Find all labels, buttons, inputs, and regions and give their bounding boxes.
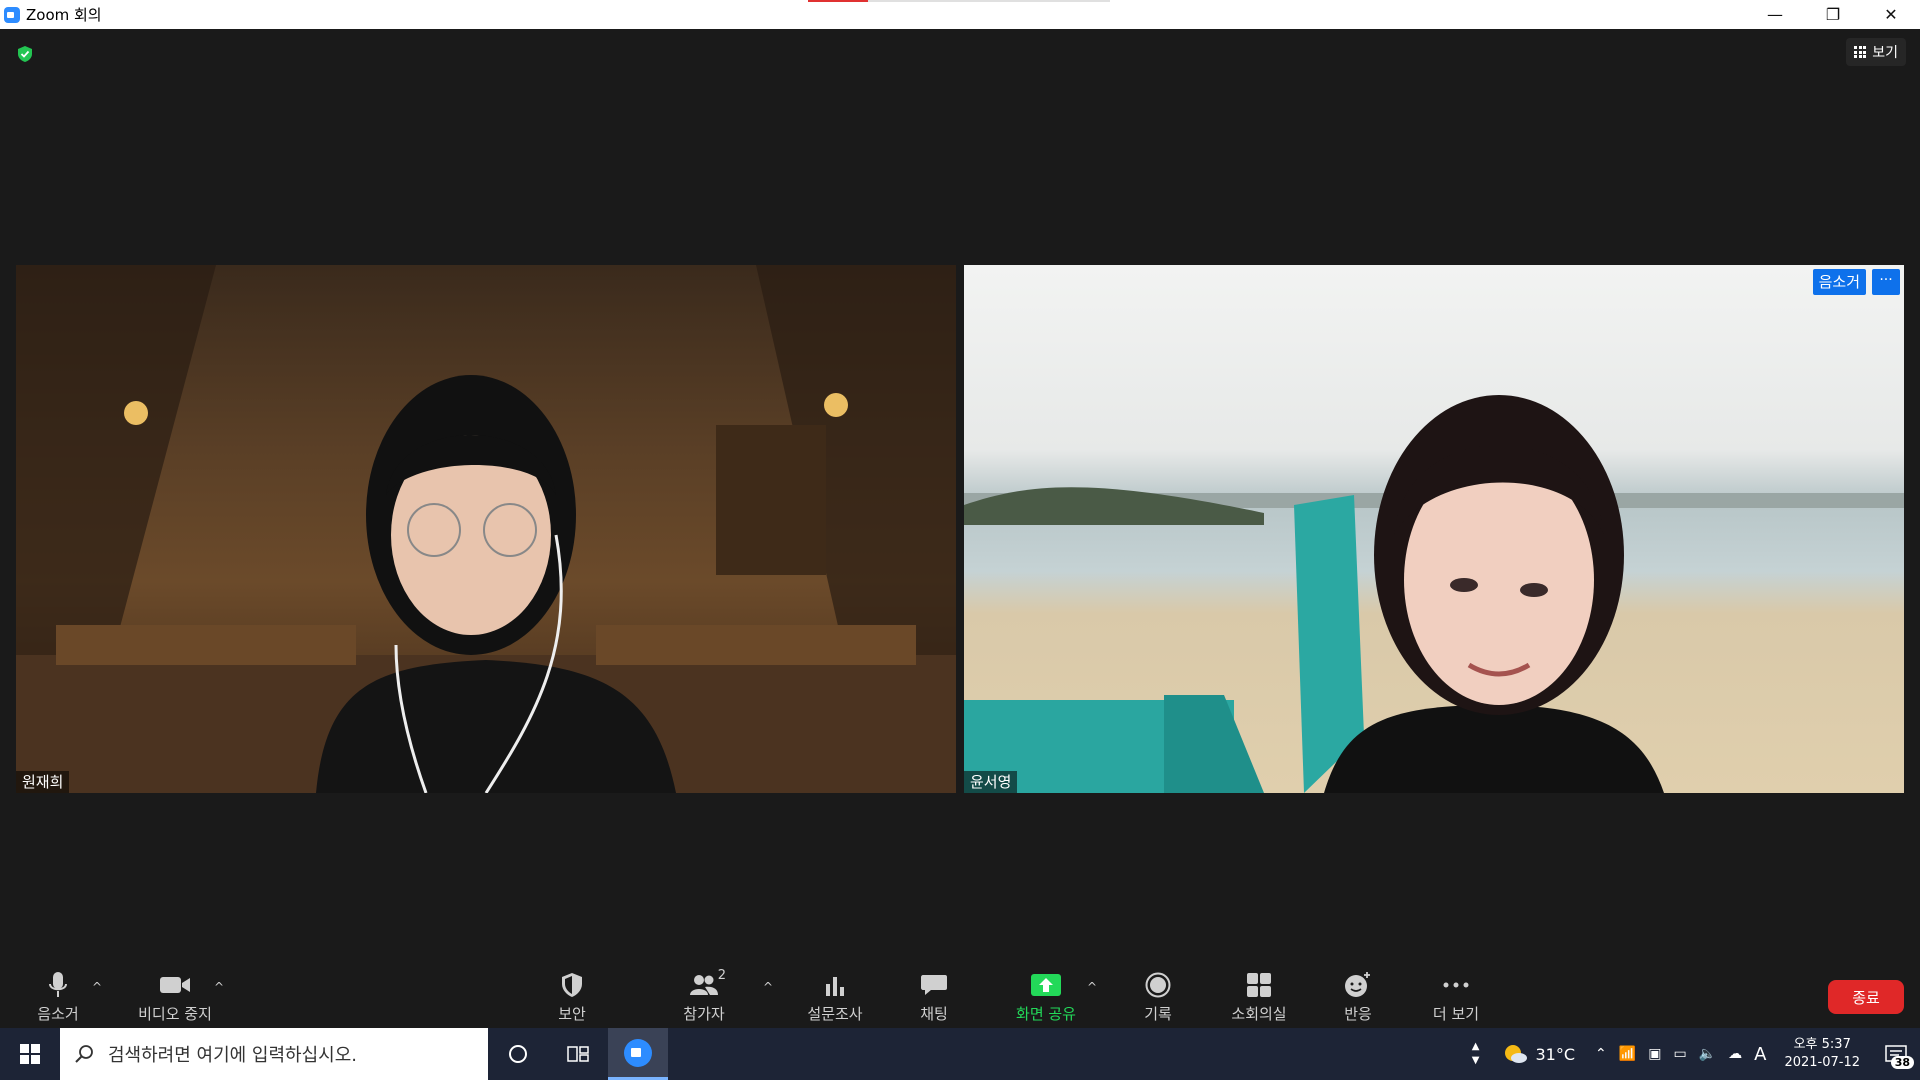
smiley-icon <box>1342 970 1374 1000</box>
mute-participant-button[interactable]: 음소거 <box>1812 269 1866 295</box>
polls-button[interactable]: 설문조사 <box>798 966 872 1028</box>
audio-options-caret-icon[interactable]: ^ <box>92 980 102 994</box>
participant-more-button[interactable]: ··· <box>1872 269 1900 295</box>
chat-button[interactable]: 채팅 <box>902 966 966 1028</box>
video-options-caret-icon[interactable]: ^ <box>214 980 224 994</box>
device-icon[interactable]: ▣ <box>1642 1046 1667 1062</box>
video-tile-participant-2[interactable]: 음소거 ··· 윤서영 <box>964 265 1904 793</box>
ellipsis-icon <box>1440 970 1472 1000</box>
share-screen-button[interactable]: 화면 공유 <box>1006 966 1086 1028</box>
participant-video <box>964 395 1904 793</box>
window-title: Zoom 회의 <box>26 6 102 24</box>
zoom-taskbar-button[interactable] <box>608 1028 668 1080</box>
polls-label: 설문조사 <box>807 1005 863 1023</box>
stop-video-label: 비디오 중지 <box>138 1005 212 1023</box>
share-screen-label: 화면 공유 <box>1016 1005 1076 1023</box>
meeting-area: 보기 원재희 음소거 ··· 윤서영 <box>0 29 1920 966</box>
wifi-icon[interactable]: 📶 <box>1613 1046 1642 1062</box>
reactions-button[interactable]: 반응 <box>1326 966 1390 1028</box>
more-button[interactable]: 더 보기 <box>1424 966 1488 1028</box>
onedrive-cloud-icon[interactable]: ☁ <box>1722 1046 1748 1062</box>
clock-date: 2021-07-12 <box>1784 1055 1860 1070</box>
meeting-toolbar: 음소거 ^ 비디오 중지 ^ 보안 2 참가자 ^ 설문조사 채팅 화면 공유 … <box>0 966 1920 1028</box>
participants-button[interactable]: 2 참가자 <box>672 966 736 1028</box>
mute-label: 음소거 <box>37 1005 79 1023</box>
participant-count: 2 <box>717 968 726 983</box>
cortana-circle-icon <box>509 1045 527 1063</box>
record-button[interactable]: 기록 <box>1126 966 1190 1028</box>
participants-label: 참가자 <box>683 1005 725 1023</box>
chevron-down-icon: ▼ <box>1471 1055 1480 1066</box>
weather-temperature: 31°C <box>1535 1044 1576 1064</box>
record-icon <box>1142 970 1174 1000</box>
grid-icon <box>1854 46 1867 58</box>
battery-icon[interactable]: ▭ <box>1667 1046 1692 1062</box>
progress-indicator <box>808 0 868 2</box>
weather-sun-cloud-icon <box>1504 1045 1527 1063</box>
show-hidden-icons-chevron-icon[interactable]: ⌃ <box>1589 1046 1613 1062</box>
zoom-app-icon <box>4 6 20 23</box>
video-tile-participant-1[interactable]: 원재희 <box>16 265 956 793</box>
minimize-button[interactable]: — <box>1746 0 1804 29</box>
share-screen-icon <box>1030 970 1062 1000</box>
notification-badge: 38 <box>1890 1056 1914 1069</box>
chevron-up-icon: ▲ <box>1471 1041 1480 1052</box>
progress-track <box>868 0 1110 2</box>
breakout-rooms-label: 소회의실 <box>1231 1005 1287 1023</box>
chat-label: 채팅 <box>920 1005 948 1023</box>
record-label: 기록 <box>1144 1005 1172 1023</box>
reactions-label: 반응 <box>1344 1005 1372 1023</box>
start-button[interactable] <box>0 1028 60 1080</box>
windows-taskbar: 검색하려면 여기에 입력하십시오. ▲ ▼ 31°C ⌃ 📶 ▣ ▭ 🔈 ☁ A… <box>0 1028 1920 1080</box>
end-meeting-button[interactable]: 종료 <box>1828 980 1904 1014</box>
more-label: 더 보기 <box>1432 1005 1480 1023</box>
share-options-caret-icon[interactable]: ^ <box>1087 980 1097 994</box>
system-tray: ▲ ▼ 31°C ⌃ 📶 ▣ ▭ 🔈 ☁ A 오후 5:37 2021-07-1… <box>1464 1028 1920 1080</box>
restore-button[interactable]: ❐ <box>1804 0 1862 29</box>
breakout-rooms-button[interactable]: 소회의실 <box>1222 966 1296 1028</box>
notification-center-button[interactable]: 38 <box>1872 1044 1920 1069</box>
taskbar-clock[interactable]: 오후 5:37 2021-07-12 <box>1772 1036 1872 1072</box>
cortana-button[interactable] <box>488 1028 548 1080</box>
mute-button[interactable]: 음소거 <box>28 966 88 1028</box>
participant-video <box>16 265 956 793</box>
search-icon <box>75 1045 93 1063</box>
windows-logo-icon <box>20 1044 40 1064</box>
task-view-icon <box>567 1046 589 1062</box>
close-button[interactable]: ✕ <box>1862 0 1920 29</box>
search-placeholder: 검색하려면 여기에 입력하십시오. <box>108 1045 358 1066</box>
clock-time: 오후 5:37 <box>1793 1037 1851 1052</box>
security-button[interactable]: 보안 <box>540 966 604 1028</box>
security-shield-icon <box>556 970 588 1000</box>
window-controls: — ❐ ✕ <box>1746 0 1920 29</box>
participant-name: 윤서영 <box>964 771 1018 793</box>
participant-name: 원재희 <box>16 771 70 793</box>
stop-video-button[interactable]: 비디오 중지 <box>130 966 220 1028</box>
weather-widget[interactable]: 31°C <box>1488 1043 1590 1065</box>
encryption-shield-icon[interactable] <box>16 45 34 63</box>
participants-icon: 2 <box>688 968 726 1000</box>
taskbar-search-box[interactable]: 검색하려면 여기에 입력하십시오. <box>60 1028 488 1080</box>
input-method-indicator[interactable]: A <box>1748 1044 1772 1065</box>
zoom-app-icon <box>624 1038 652 1067</box>
breakout-rooms-icon <box>1243 970 1275 1000</box>
bar-chart-icon <box>819 970 851 1000</box>
participants-options-caret-icon[interactable]: ^ <box>763 980 773 994</box>
tray-scroll[interactable]: ▲ ▼ <box>1464 1040 1488 1068</box>
chat-bubble-icon <box>918 970 950 1000</box>
view-button[interactable]: 보기 <box>1846 38 1906 66</box>
task-view-button[interactable] <box>548 1028 608 1080</box>
volume-icon[interactable]: 🔈 <box>1693 1046 1722 1062</box>
microphone-icon <box>42 970 74 1000</box>
security-label: 보안 <box>558 1005 586 1023</box>
view-label: 보기 <box>1872 45 1898 61</box>
title-bar: Zoom 회의 — ❐ ✕ <box>0 0 1920 29</box>
video-camera-icon <box>159 970 191 1000</box>
